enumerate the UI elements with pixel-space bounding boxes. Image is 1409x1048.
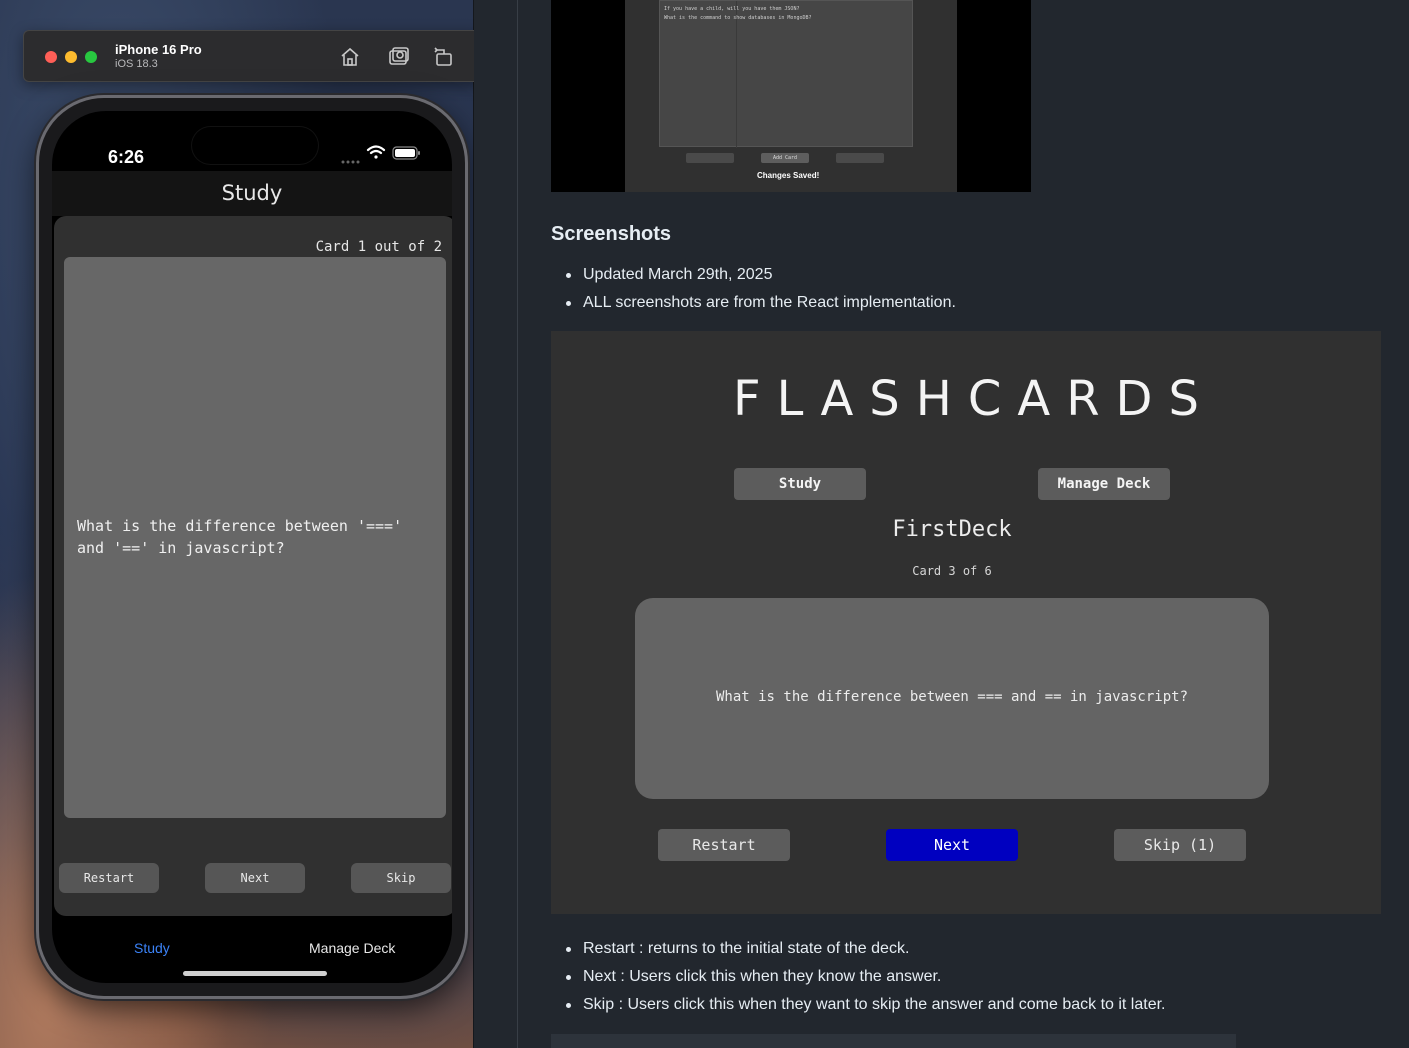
react-card-counter: Card 3 of 6 (912, 564, 992, 578)
button-descriptions-list: Restart : returns to the initial state o… (565, 935, 1165, 1019)
changes-saved-message: Changes Saved! (757, 171, 820, 180)
react-study-button: Study (734, 468, 866, 500)
restart-button[interactable]: Restart (59, 863, 159, 893)
react-flashcard-question: What is the difference between === and =… (715, 689, 1188, 705)
skip-button[interactable]: Skip (351, 863, 451, 893)
react-flashcard: What is the difference between === and =… (635, 598, 1269, 799)
zoom-window-button[interactable] (85, 51, 97, 63)
battery-icon (392, 146, 422, 165)
simulator-device-name: iPhone 16 Pro (115, 42, 202, 57)
status-time: 6:26 (108, 147, 145, 167)
screenshots-heading: Screenshots (551, 223, 672, 245)
iphone-frame: 6:26 Study Card 1 out of 2 What is the d… (36, 95, 468, 999)
previous-screenshot-button (686, 153, 734, 163)
previous-screenshot-app: If you have a child, will you have them … (625, 0, 957, 192)
home-indicator[interactable] (183, 971, 327, 976)
rotate-icon[interactable] (432, 45, 456, 69)
previous-screenshot-panel: If you have a child, will you have them … (659, 0, 913, 148)
study-panel: Card 1 out of 2 What is the difference b… (54, 216, 452, 916)
tab-study[interactable]: Study (134, 940, 170, 956)
react-manage-deck-button: Manage Deck (1038, 468, 1170, 500)
iphone-screen: 6:26 Study Card 1 out of 2 What is the d… (52, 111, 452, 983)
react-app-title: FLASHCARDS (733, 371, 1215, 427)
screenshots-notes-list: Updated March 29th, 2025 ALL screenshots… (566, 261, 956, 317)
document-gutter (474, 0, 518, 1048)
previous-screenshot-divider (736, 1, 737, 148)
react-screenshot-image: FLASHCARDS Study Manage Deck FirstDeck C… (551, 331, 1381, 914)
close-window-button[interactable] (45, 51, 57, 63)
nav-title: Study (221, 181, 283, 205)
react-deck-name: FirstDeck (892, 517, 1012, 542)
simulator-toolbar: iPhone 16 Pro iOS 18.3 (23, 30, 480, 82)
previous-screenshot-add-card-button: Add Card (761, 153, 809, 163)
flashcard[interactable]: What is the difference between '===' and… (64, 257, 446, 818)
home-icon[interactable] (338, 45, 362, 69)
flashcard-question: What is the difference between '===' and… (77, 517, 403, 557)
dynamic-island (192, 127, 318, 164)
previous-screenshot-line: If you have a child, will you have them … (664, 6, 800, 12)
next-button[interactable]: Next (205, 863, 305, 893)
list-item: Updated March 29th, 2025 (566, 261, 956, 289)
next-code-block (551, 1034, 1236, 1048)
wifi-icon (366, 144, 386, 165)
minimize-window-button[interactable] (65, 51, 77, 63)
tab-manage-deck[interactable]: Manage Deck (309, 940, 395, 956)
simulator-os-version: iOS 18.3 (115, 58, 158, 70)
list-item: Next : Users click this when they know t… (565, 963, 1165, 991)
react-skip-button: Skip (1) (1114, 829, 1246, 861)
list-item: Skip : Users click this when they want t… (565, 991, 1165, 1019)
card-counter: Card 1 out of 2 (315, 239, 442, 255)
list-item: ALL screenshots are from the React imple… (566, 289, 956, 317)
screenshot-icon[interactable] (387, 45, 411, 69)
previous-screenshot-button (836, 153, 884, 163)
previous-screenshot-line: What is the command to show databases in… (664, 15, 812, 21)
cellular-signal-icon (341, 152, 361, 170)
previous-screenshot-image: If you have a child, will you have them … (551, 0, 1031, 192)
react-restart-button: Restart (658, 829, 790, 861)
list-item: Restart : returns to the initial state o… (565, 935, 1165, 963)
react-next-button: Next (886, 829, 1018, 861)
